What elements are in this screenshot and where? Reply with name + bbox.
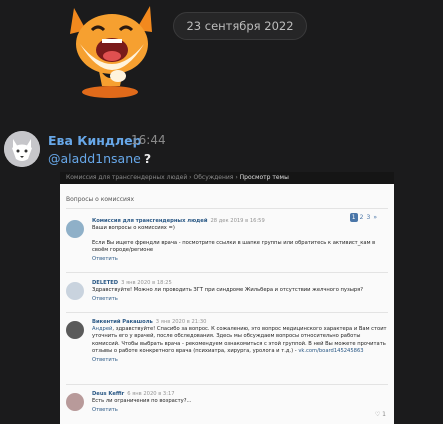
reply-link: Ответить <box>92 357 118 364</box>
list-item: Викентий Ракашоль 3 янв 2020 в 21:30 Андр… <box>66 319 388 364</box>
message-author[interactable]: Ева Киндлер <box>48 133 142 148</box>
avatar <box>66 220 84 238</box>
mention-link[interactable]: @aladd1nsane <box>48 151 141 166</box>
post-date: 6 янв 2020 в 3:17 <box>127 391 175 397</box>
date-divider: 23 сентября 2022 <box>173 12 307 40</box>
like-counter: ♡ 1 <box>375 411 386 418</box>
post-author: Викентий Ракашоль <box>92 319 153 325</box>
post-text: Есть ли ограничения по возрасту?... <box>92 398 192 405</box>
sticker-laughing-fox <box>58 0 158 98</box>
post-author: Комиссия для трансгендерных людей <box>92 218 208 224</box>
list-item: Комиссия для трансгендерных людей 28 дек … <box>66 218 388 263</box>
post-text: Ваши вопросы о комиссиях =) Если Вы ищет… <box>92 225 376 253</box>
avatar <box>66 393 84 411</box>
divider <box>66 208 388 209</box>
message-time: 16:44 <box>131 133 166 147</box>
post-author: DELETED <box>92 280 119 286</box>
post-author: Deus Keffir <box>92 391 125 397</box>
embedded-topic-panel: Вопросы о комиссиях 1 2 3» Комиссия для тр… <box>60 184 394 424</box>
mention-link: Андрей <box>92 326 113 333</box>
wolf-avatar-icon <box>4 131 40 167</box>
post-text: Андрей, здравствуйте! Спасибо за вопрос.… <box>92 326 388 355</box>
post-date: 3 янв 2020 в 21:30 <box>155 319 207 325</box>
divider <box>66 384 388 385</box>
breadcrumb-item: Обсуждения <box>193 174 234 181</box>
reply-link: Ответить <box>92 296 118 303</box>
attached-screenshot[interactable]: Комиссия для трансгендерных людей › Обсу… <box>60 172 394 424</box>
breadcrumb-item: Комиссия для трансгендерных людей <box>66 174 188 181</box>
message-text: @aladd1nsane? <box>48 151 151 166</box>
message-suffix: ? <box>143 151 152 166</box>
post-text: Здравствуйте! Можно ли проводить ЗГТ при… <box>92 287 364 294</box>
avatar <box>66 282 84 300</box>
embedded-breadcrumb: Комиссия для трансгендерных людей › Обсу… <box>60 172 394 184</box>
reply-link: Ответить <box>92 256 118 263</box>
topic-title: Вопросы о комиссиях <box>66 196 135 203</box>
list-item: Deus Keffir 6 янв 2020 в 3:17 Есть ли огр… <box>66 391 388 415</box>
heart-icon: ♡ <box>374 411 381 418</box>
divider <box>66 312 388 313</box>
like-count: 1 <box>382 411 386 418</box>
post-date: 3 янв 2020 в 18:25 <box>121 280 172 286</box>
reply-link: Ответить <box>92 407 118 414</box>
post-date: 28 дек 2019 в 16:59 <box>210 218 265 224</box>
avatar <box>66 321 84 339</box>
avatar[interactable] <box>4 131 40 167</box>
divider <box>66 272 388 273</box>
list-item: DELETED 3 янв 2020 в 18:25 Здравствуйте! … <box>66 280 388 304</box>
external-link: vk.com/board145245863 <box>298 347 364 354</box>
breadcrumb-item: Просмотр темы <box>239 174 289 181</box>
